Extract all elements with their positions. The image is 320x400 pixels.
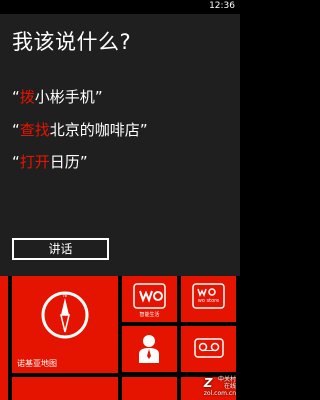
example-keyword: 拨 — [19, 88, 35, 106]
watermark-line2: zol.com.cn — [203, 390, 236, 397]
tile-media[interactable] — [181, 326, 236, 372]
example-command-open: “打开日历” — [12, 151, 88, 172]
tile-bottom-2[interactable] — [122, 377, 177, 400]
wo-store-icon — [192, 283, 225, 309]
status-bar: 12:36 — [0, 0, 240, 14]
open-quote: “ — [12, 153, 20, 171]
example-text: 北京的咖啡店 — [49, 121, 140, 139]
example-keyword: 查找 — [19, 121, 50, 139]
example-text: 小彬手机 — [34, 88, 95, 106]
example-command-search: “查找北京的咖啡店” — [12, 119, 148, 140]
close-quote: ” — [79, 153, 88, 171]
tile-people[interactable] — [122, 326, 177, 372]
tile-partial-left[interactable] — [0, 276, 8, 400]
tile-nokia-maps[interactable]: N 诺基亚地图 — [12, 276, 118, 373]
compass-icon: N — [41, 291, 89, 339]
tile-smart-life[interactable]: 智能生活 — [122, 276, 177, 322]
example-keyword: 打开 — [19, 153, 50, 171]
zol-watermark: Z 中关村在线 zol.com.cn — [204, 376, 236, 397]
example-command-call: “拨小彬手机” — [12, 86, 103, 107]
tile-caption: wo store — [197, 298, 220, 304]
example-text: 日历 — [49, 153, 80, 171]
wo-icon — [133, 283, 166, 309]
speak-button[interactable]: 讲话 — [12, 238, 109, 260]
tile-wo-store[interactable]: wo store — [181, 276, 236, 322]
start-screen-tiles: N 诺基亚地图 智能生活 wo store Z 中关村在线 zol.com.cn — [0, 276, 240, 400]
status-time: 12:36 — [209, 1, 235, 11]
tile-caption: 智能生活 — [139, 312, 160, 318]
open-quote: “ — [12, 88, 20, 106]
tape-icon — [194, 338, 224, 358]
close-quote: ” — [94, 88, 103, 106]
tile-label: 诺基亚地图 — [17, 359, 57, 368]
open-quote: “ — [12, 121, 20, 139]
watermark-logo: Z — [203, 376, 213, 390]
person-icon — [139, 335, 159, 363]
tile-bottom-1[interactable] — [12, 377, 118, 400]
close-quote: ” — [139, 121, 148, 139]
svg-text:N: N — [63, 293, 67, 299]
speech-help-panel: 我该说什么? “拨小彬手机” “查找北京的咖啡店” “打开日历” 讲话 — [0, 14, 240, 276]
page-title: 我该说什么? — [12, 30, 132, 54]
